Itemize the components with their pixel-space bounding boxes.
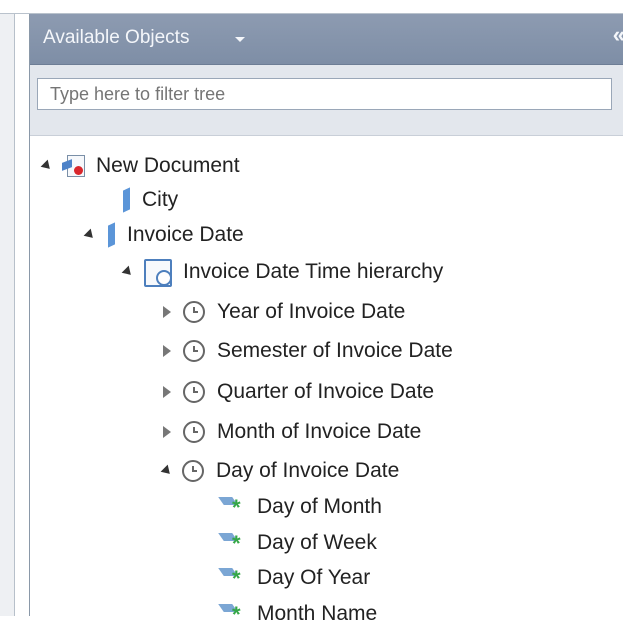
clock-icon (183, 340, 205, 362)
expand-toggle-icon[interactable] (163, 306, 171, 318)
tree-node-day-item[interactable]: * Day of Month (218, 492, 382, 522)
filter-tree-input[interactable] (37, 78, 612, 110)
object-tree: New Document City Invoice Date Invoice D… (30, 136, 623, 626)
tree-node-time-hierarchy[interactable]: Invoice Date Time hierarchy (121, 257, 444, 287)
available-objects-panel: Available Objects « New Document City In… (29, 14, 623, 626)
expand-toggle-icon[interactable] (121, 265, 135, 279)
clock-icon (182, 460, 204, 482)
clock-icon (183, 421, 205, 443)
left-frame-border (0, 0, 15, 616)
tree-node-level[interactable]: Quarter of Invoice Date (163, 377, 434, 407)
tree-node-day-item[interactable]: * Day Of Year (218, 563, 371, 593)
collapse-panel-button[interactable]: « (613, 22, 623, 48)
expand-toggle-icon[interactable] (163, 426, 171, 438)
clock-icon (183, 381, 205, 403)
tree-node-level[interactable]: Day of Invoice Date (160, 456, 400, 486)
tree-node-label: Semester of Invoice Date (217, 339, 453, 362)
expand-toggle-icon[interactable] (40, 159, 54, 173)
tree-node-label: Day of Week (257, 531, 377, 554)
tree-node-label: Invoice Date (127, 223, 244, 246)
expand-toggle-icon[interactable] (83, 228, 97, 242)
top-strip (0, 0, 623, 14)
expand-toggle-icon[interactable] (160, 464, 174, 478)
chevron-down-icon[interactable] (235, 37, 245, 42)
expand-toggle-icon[interactable] (163, 345, 171, 357)
dimension-icon (105, 222, 117, 248)
tree-node-label: Month Name (257, 602, 378, 625)
calculated-dimension-icon: * (218, 603, 247, 626)
calculated-dimension-icon: * (218, 496, 247, 519)
tree-node-label: City (142, 188, 179, 211)
tree-node-label: Invoice Date Time hierarchy (183, 260, 444, 283)
calculated-dimension-icon: * (218, 532, 247, 555)
tree-node-level[interactable]: Semester of Invoice Date (163, 336, 453, 366)
tree-node-label: Month of Invoice Date (217, 420, 422, 443)
tree-node-label: Day of Invoice Date (216, 459, 400, 482)
tree-node-day-item[interactable]: * Day of Week (218, 528, 377, 558)
tree-node-level[interactable]: Month of Invoice Date (163, 417, 421, 447)
tree-node-label: Day of Month (257, 495, 382, 518)
expand-toggle-icon[interactable] (163, 386, 171, 398)
calculated-dimension-icon: * (218, 567, 247, 590)
panel-title[interactable]: Available Objects (43, 27, 189, 49)
dimension-icon (120, 187, 132, 213)
tree-node-label: New Document (96, 154, 240, 177)
filter-container (30, 65, 623, 136)
calendar-clock-icon (143, 258, 173, 287)
tree-node-label: Day Of Year (257, 566, 371, 589)
tree-node-label: Quarter of Invoice Date (217, 380, 435, 403)
tree-node-invoice-date[interactable]: Invoice Date (83, 220, 244, 250)
tree-node-level[interactable]: Year of Invoice Date (163, 297, 405, 327)
document-icon (62, 154, 86, 178)
tree-node-label: Year of Invoice Date (217, 300, 406, 323)
tree-node-day-item[interactable]: * Month Name (218, 599, 378, 629)
tree-node-new-document[interactable]: New Document (40, 151, 240, 181)
panel-header: Available Objects « (30, 14, 623, 65)
clock-icon (183, 301, 205, 323)
tree-node-city[interactable]: City (120, 185, 178, 215)
